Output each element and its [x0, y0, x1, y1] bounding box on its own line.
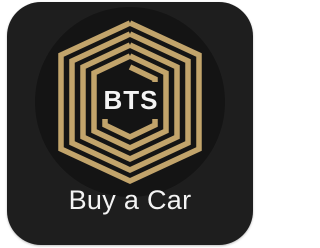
app-icon-buy-a-car[interactable]: BTS Buy a Car — [7, 2, 253, 245]
app-caption: Buy a Car — [68, 185, 192, 215]
badge-text: BTS — [104, 85, 159, 115]
